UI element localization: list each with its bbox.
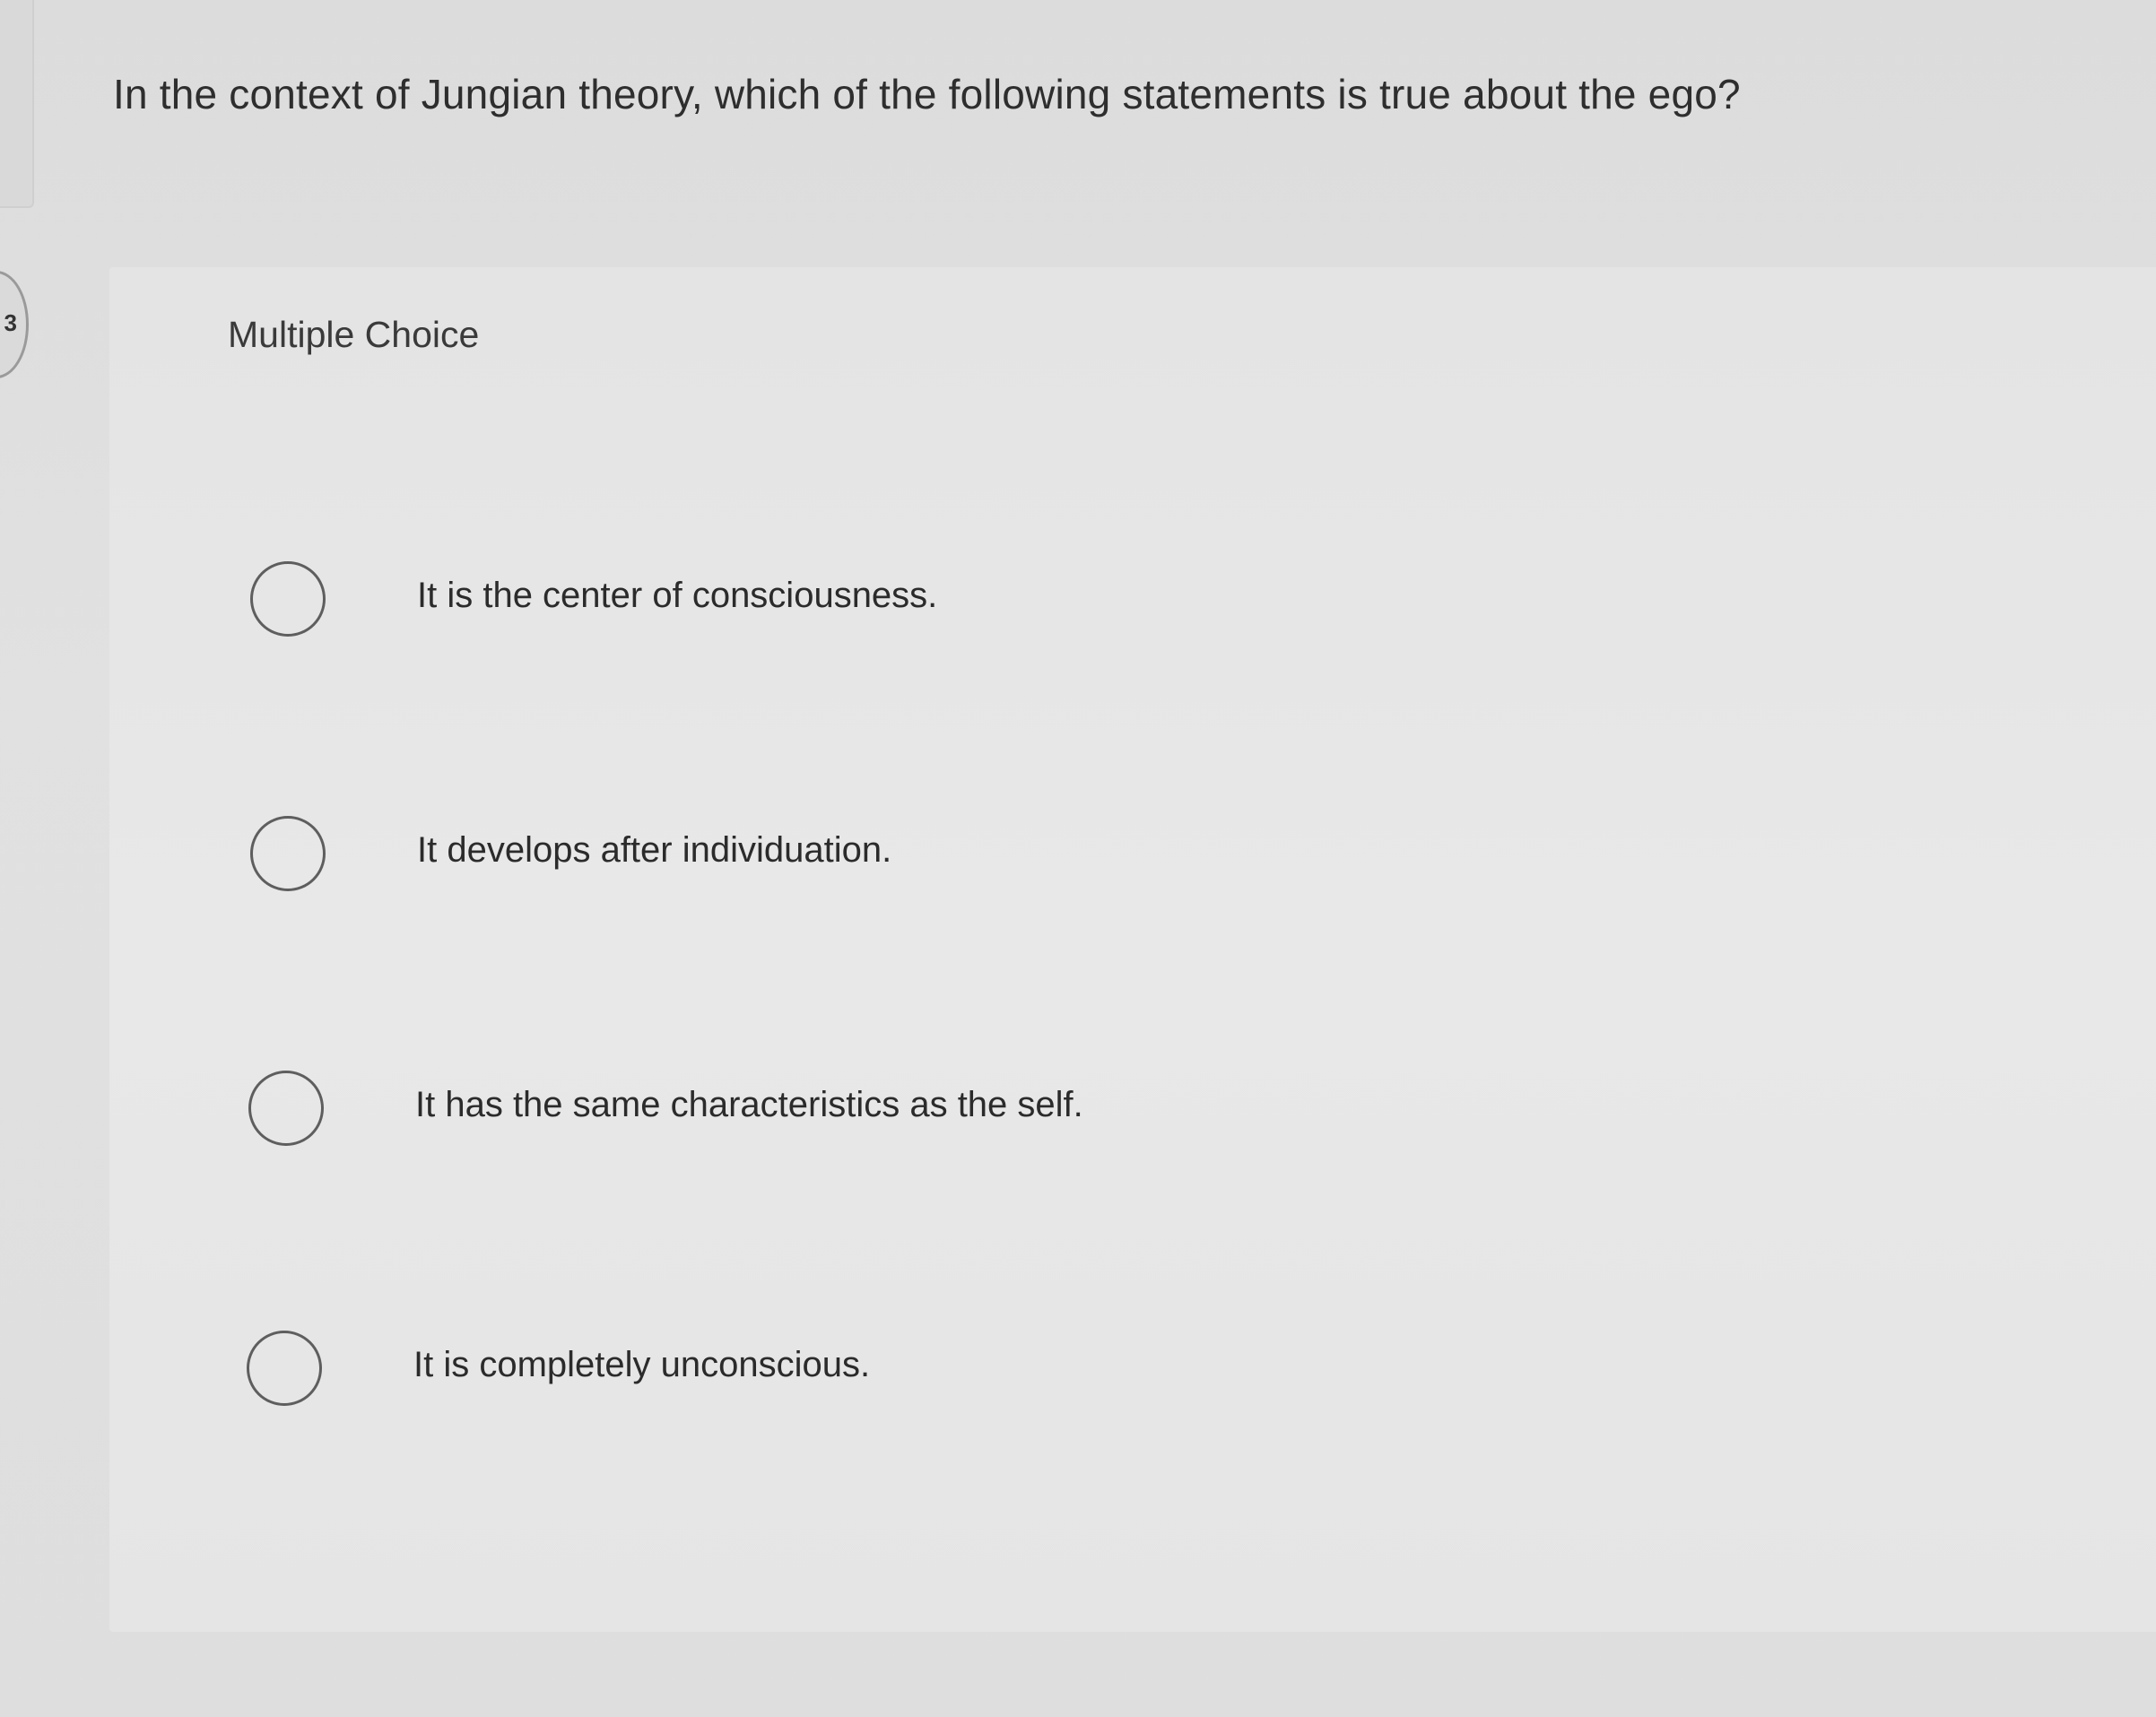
question-number: 3 [4,309,17,336]
choice-label[interactable]: It is the center of consciousness. [417,576,937,616]
choice-label[interactable]: It is completely unconscious. [413,1345,870,1385]
question-type-label: Multiple Choice [228,314,480,355]
left-side-panel [0,0,34,208]
choice-label[interactable]: It has the same characteristics as the s… [415,1085,1083,1125]
radio-button[interactable] [250,816,326,891]
question-prompt: In the context of Jungian theory, which … [113,71,1741,117]
answer-panel [109,267,2156,1632]
radio-button[interactable] [248,1071,324,1146]
choice-option-3[interactable]: It has the same characteristics as the s… [247,1065,1682,1155]
radio-button[interactable] [250,561,326,637]
choice-option-4[interactable]: It is completely unconscious. [247,1325,1682,1415]
choice-label[interactable]: It develops after individuation. [417,830,891,871]
radio-button[interactable] [247,1331,322,1406]
question-number-badge[interactable]: 3 [0,271,29,378]
choice-option-1[interactable]: It is the center of consciousness. [247,556,1682,646]
choice-option-2[interactable]: It develops after individuation. [247,811,1682,900]
